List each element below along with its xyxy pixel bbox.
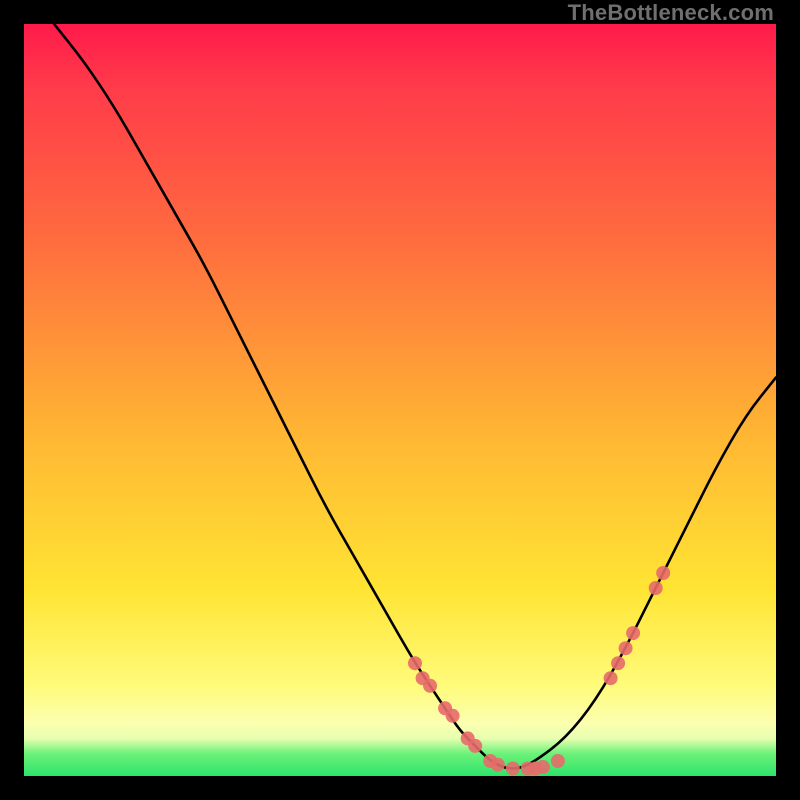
scatter-dots — [408, 566, 670, 776]
scatter-dot — [649, 581, 663, 595]
scatter-dot — [446, 709, 460, 723]
scatter-dot — [491, 758, 505, 772]
scatter-dot — [604, 671, 618, 685]
scatter-dot — [423, 679, 437, 693]
chart-frame: TheBottleneck.com — [0, 0, 800, 800]
scatter-dot — [611, 656, 625, 670]
scatter-dot — [536, 760, 550, 774]
scatter-dot — [551, 754, 565, 768]
chart-svg — [24, 24, 776, 776]
scatter-dot — [619, 641, 633, 655]
scatter-dot — [506, 762, 520, 776]
scatter-dot — [626, 626, 640, 640]
scatter-dot — [408, 656, 422, 670]
scatter-dot — [656, 566, 670, 580]
watermark-text: TheBottleneck.com — [568, 0, 774, 26]
scatter-dot — [468, 739, 482, 753]
plot-area — [24, 24, 776, 776]
